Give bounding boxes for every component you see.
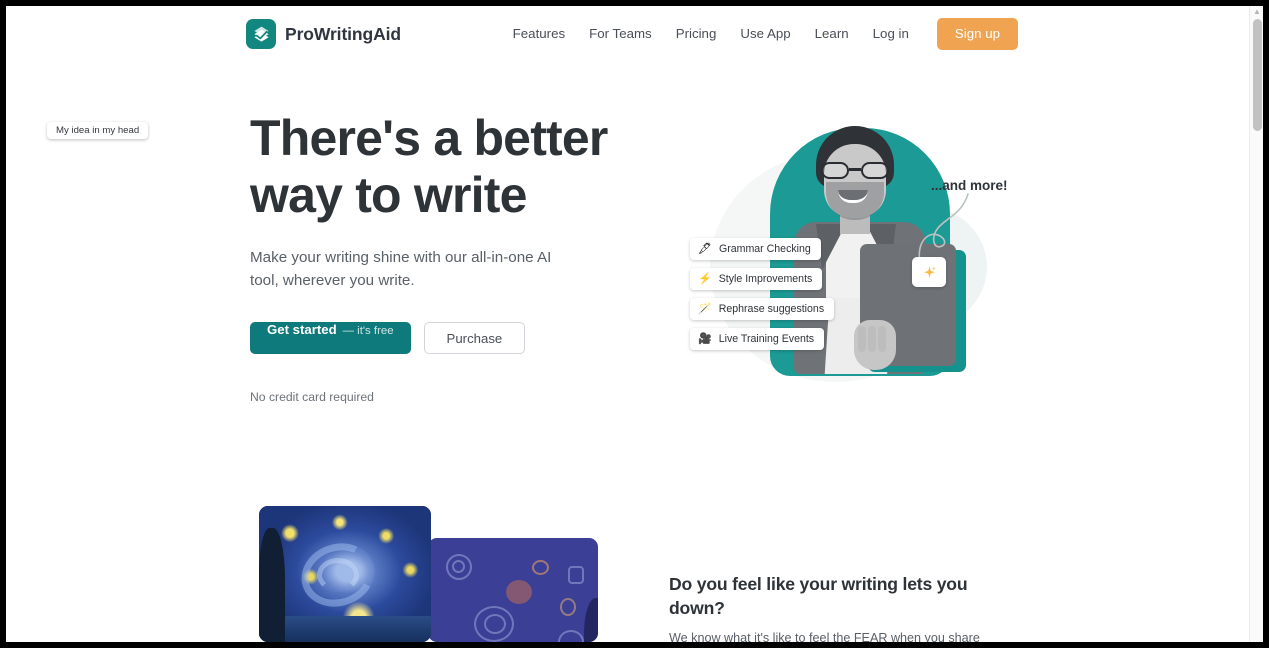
- get-started-label: Get started: [267, 322, 337, 337]
- glasses-bridge: [849, 168, 861, 171]
- doodle-moon: [506, 580, 532, 604]
- glasses-lens-right: [861, 162, 889, 179]
- and-more-label: ...and more!: [931, 178, 1008, 193]
- feature-card-label: Style Improvements: [718, 273, 813, 285]
- feature-card-live-training-events[interactable]: 🎥 Live Training Events: [690, 328, 825, 350]
- nav-item-learn[interactable]: Learn: [803, 18, 861, 50]
- page-content: ProWritingAid Features For Teams Pricing…: [6, 6, 1249, 642]
- doodle-swirl: [558, 630, 584, 642]
- brand-name: ProWritingAid: [285, 23, 402, 44]
- lightning-icon: ⚡: [698, 272, 712, 285]
- scroll-up-arrow-icon[interactable]: ▲: [1253, 8, 1261, 16]
- doodle-cypress: [584, 598, 598, 642]
- magic-wand-icon: 🪄: [698, 302, 712, 315]
- nav-item-for-teams[interactable]: For Teams: [577, 18, 664, 50]
- feature-card-label: Live Training Events: [718, 333, 815, 345]
- nav-item-log-in[interactable]: Log in: [861, 18, 921, 50]
- section-two: Do you feel like your writing lets you d…: [669, 572, 1019, 642]
- hero-illustration: 🖋 Grammar Checking ⚡ Style Improvements …: [674, 114, 1014, 394]
- scrollbar-thumb[interactable]: [1253, 19, 1262, 131]
- feature-card-rephrase-suggestions[interactable]: 🪄 Rephrase suggestions: [690, 298, 835, 320]
- hero-section: There's a better way to write Make your …: [250, 110, 630, 404]
- site-header: ProWritingAid Features For Teams Pricing…: [6, 6, 1249, 62]
- feature-card-label: Grammar Checking: [718, 243, 811, 255]
- doodle-star: [560, 598, 576, 616]
- starry-swirl-inner: [317, 558, 359, 592]
- stacked-pages-icon: [246, 19, 276, 49]
- purchase-button[interactable]: Purchase: [423, 322, 526, 354]
- finger: [858, 326, 866, 352]
- nav-item-use-app[interactable]: Use App: [728, 18, 802, 50]
- person-hand: [854, 320, 896, 370]
- main-navigation: Features For Teams Pricing Use App Learn…: [501, 18, 1018, 50]
- get-started-button[interactable]: Get started — it's free: [250, 322, 411, 354]
- nav-item-pricing[interactable]: Pricing: [664, 18, 729, 50]
- glasses-icon: [820, 162, 890, 179]
- purchase-label: Purchase: [446, 330, 503, 346]
- doodle-star: [568, 566, 584, 584]
- hero-subheading: Make your writing shine with our all-in-…: [250, 249, 552, 289]
- hero-headline: There's a better way to write: [250, 110, 608, 223]
- starry-cypress: [259, 528, 285, 642]
- feature-card-label: Rephrase suggestions: [718, 303, 825, 315]
- finger: [868, 326, 876, 352]
- starry-night-image: [259, 506, 431, 642]
- pen-icon: 🖋: [698, 242, 712, 255]
- hero-cta-group: Get started — it's free Purchase: [250, 322, 630, 354]
- section-two-body: We know what it's like to feel the FEAR …: [669, 631, 980, 642]
- sparkles-icon[interactable]: [912, 257, 946, 287]
- no-credit-card-note: No credit card required: [250, 390, 374, 404]
- feature-card-list: 🖋 Grammar Checking ⚡ Style Improvements …: [690, 238, 835, 358]
- glasses-lens-left: [821, 162, 849, 179]
- feature-card-style-improvements[interactable]: ⚡ Style Improvements: [690, 268, 823, 290]
- get-started-note: — it's free: [342, 325, 394, 337]
- plain-illustration-image: [428, 538, 598, 642]
- idea-caption-label: My idea in my head: [47, 122, 149, 139]
- nav-item-features[interactable]: Features: [501, 18, 577, 50]
- doodle-swirl: [484, 614, 506, 634]
- feature-card-grammar-checking[interactable]: 🖋 Grammar Checking: [690, 238, 821, 260]
- sign-up-button[interactable]: Sign up: [936, 18, 1018, 50]
- video-camera-icon: 🎥: [698, 332, 712, 345]
- browser-viewport: ProWritingAid Features For Teams Pricing…: [6, 6, 1263, 642]
- brand-logo-link[interactable]: ProWritingAid: [246, 19, 401, 49]
- page-scrollbar[interactable]: ▲: [1249, 6, 1263, 642]
- doodle-swirl: [452, 560, 465, 573]
- finger: [878, 326, 886, 352]
- section-two-heading: Do you feel like your writing lets you d…: [669, 574, 968, 618]
- doodle-star: [532, 560, 549, 575]
